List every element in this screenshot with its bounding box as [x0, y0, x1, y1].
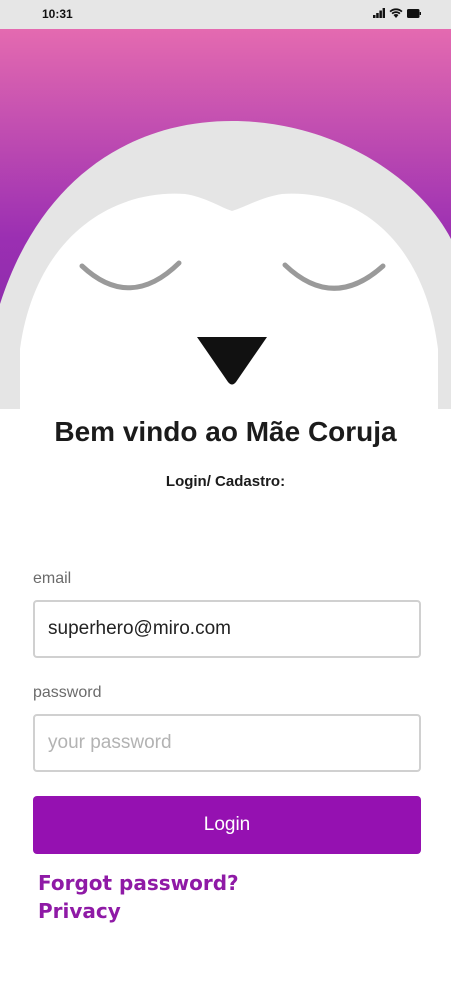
- password-field[interactable]: [33, 714, 421, 772]
- email-field[interactable]: [33, 600, 421, 658]
- owl-illustration: [0, 29, 451, 409]
- wifi-icon: [389, 8, 403, 18]
- status-time: 10:31: [42, 7, 73, 21]
- login-button[interactable]: Login: [33, 796, 421, 854]
- battery-icon: [407, 9, 421, 18]
- forgot-password-link[interactable]: Forgot password?: [38, 871, 239, 895]
- privacy-link[interactable]: Privacy: [38, 899, 121, 923]
- status-bar: 10:31: [0, 0, 451, 29]
- page-title: Bem vindo ao Mãe Coruja: [54, 416, 397, 447]
- status-icons: [373, 8, 421, 18]
- page-subtitle: Login/ Cadastro:: [165, 473, 286, 490]
- password-label: password: [33, 684, 102, 701]
- email-label: email: [33, 570, 72, 587]
- signal-icon: [373, 8, 385, 18]
